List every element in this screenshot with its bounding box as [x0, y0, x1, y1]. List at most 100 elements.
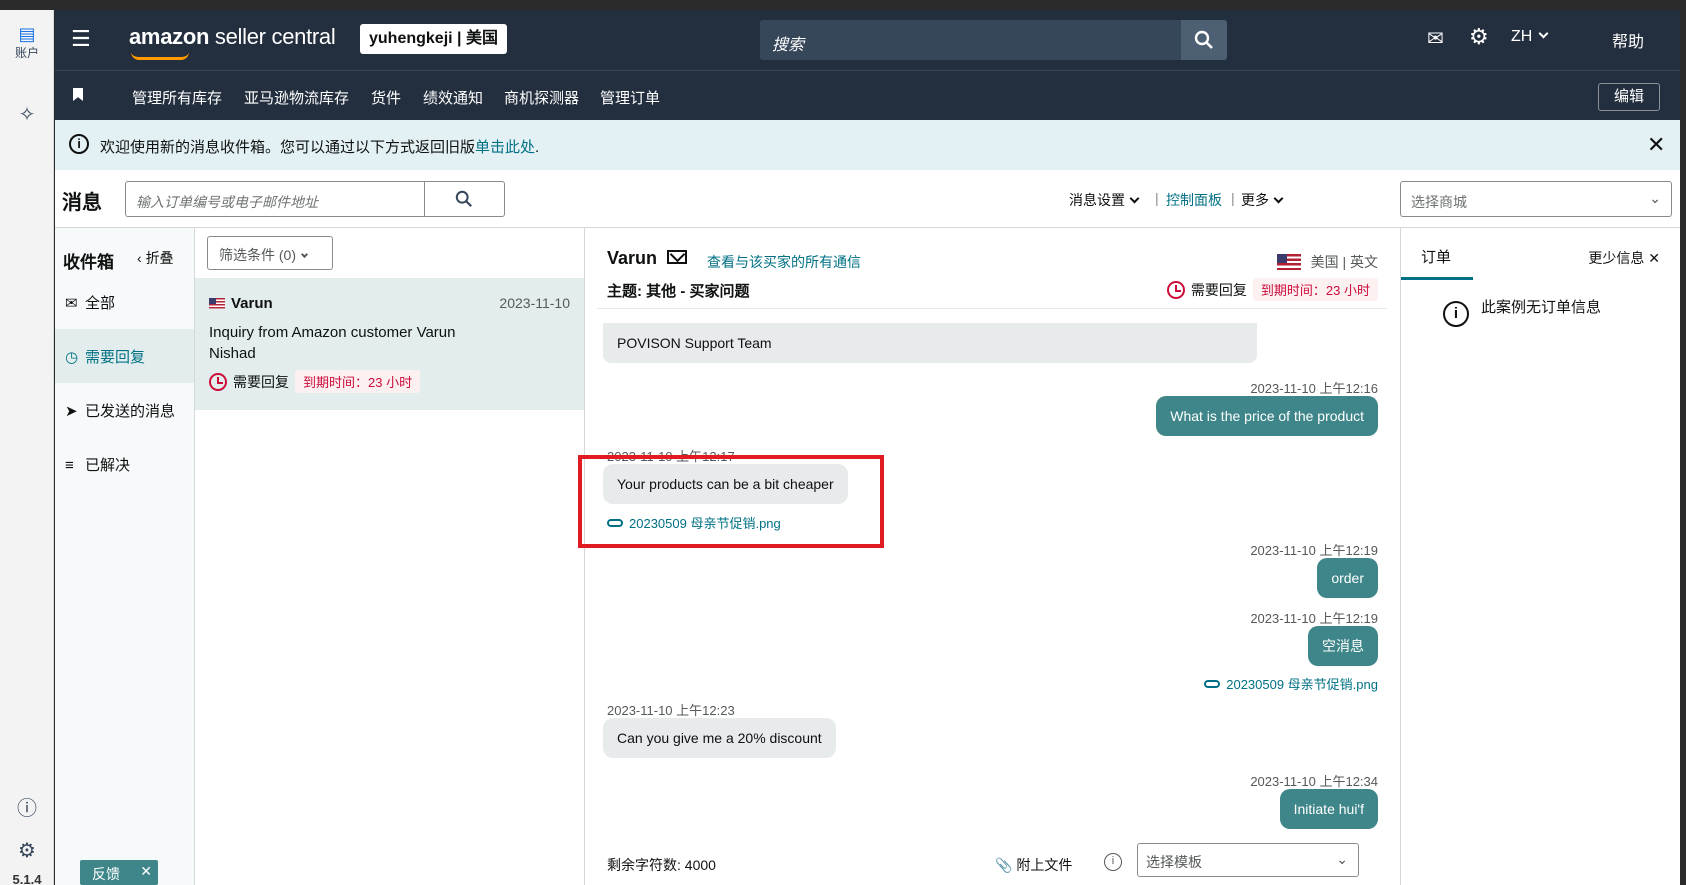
- divider: |: [1155, 190, 1159, 206]
- messages-header: 消息 输入订单编号或电子邮件地址 消息设置 | 控制面板 | 更多 选择商城 ⌄: [55, 170, 1680, 228]
- thread-status: 需要回复 到期时间：23 小时: [209, 370, 421, 393]
- search-icon: [455, 190, 472, 207]
- buyer-locale: 美国 | 英文: [1276, 252, 1378, 272]
- highlight-box: [578, 455, 884, 548]
- chevron-down-icon: [1273, 193, 1284, 204]
- message-bubble-outgoing: order: [1317, 558, 1378, 598]
- inbox-title: 收件箱: [63, 253, 114, 272]
- clock-icon: [1166, 281, 1185, 299]
- hamburger-menu-icon[interactable]: ☰: [71, 28, 93, 50]
- nav-bar: 管理所有库存 亚马逊物流库存 货件 绩效通知 商机探测器 管理订单 编辑: [55, 70, 1680, 120]
- less-info-button[interactable]: 更少信息 ✕: [1588, 248, 1660, 268]
- store-switcher[interactable]: yuhengkeji | 美国: [360, 24, 507, 54]
- thread-subject: Inquiry from Amazon customer Varun Nisha…: [209, 324, 456, 362]
- message-timestamp: 2023-11-10 上午12:16: [1250, 381, 1378, 396]
- nav-item-manage-inventory[interactable]: 管理所有库存: [132, 87, 222, 108]
- clock-icon: [209, 373, 227, 391]
- chevron-down-icon: [1538, 28, 1549, 39]
- clock-icon: ◷: [65, 349, 79, 366]
- banner-link[interactable]: 单击此处: [475, 139, 535, 156]
- message-bubble-incoming: POVISON Support Team: [603, 323, 1257, 363]
- us-flag-icon: [1276, 254, 1301, 270]
- divider: [597, 308, 1387, 309]
- divider: |: [1231, 190, 1235, 206]
- message-bubble-outgoing: What is the price of the product: [1156, 396, 1378, 436]
- message-bubble-outgoing: Initiate hui'f: [1279, 789, 1378, 829]
- close-icon: ✕: [1648, 250, 1660, 266]
- amazon-smile-icon: [131, 52, 189, 60]
- language-selector[interactable]: ZH: [1511, 28, 1549, 46]
- help-icon[interactable]: ⓘ: [0, 792, 54, 821]
- filter-dropdown[interactable]: 筛选条件 (0): [207, 236, 333, 270]
- paperclip-icon: [1204, 680, 1221, 688]
- close-banner-icon[interactable]: ✕: [1647, 132, 1665, 158]
- mail-icon: ✉: [65, 295, 78, 312]
- message-timestamp: 2023-11-10 上午12:19: [1250, 611, 1378, 626]
- bookmark-icon[interactable]: [73, 88, 83, 101]
- info-icon[interactable]: i: [1104, 853, 1122, 871]
- settings-icon[interactable]: ⚙: [0, 838, 54, 863]
- feedback-button[interactable]: 反馈 ✕: [80, 860, 158, 885]
- attach-file-button[interactable]: 📎 附上文件: [995, 855, 1072, 875]
- remaining-characters: 剩余字符数: 4000: [607, 857, 716, 873]
- attachment-link[interactable]: 20230509 母亲节促销.png: [1204, 674, 1378, 693]
- order-search-button[interactable]: [424, 182, 504, 216]
- chevron-down-icon: ⌄: [1336, 851, 1348, 867]
- conversation-subject: 主题: 其他 - 买家问题: [607, 283, 750, 300]
- sidebar-item-sent[interactable]: ➤ 已发送的消息: [55, 383, 194, 437]
- view-all-messages-link[interactable]: 查看与该买家的所有通信: [707, 252, 861, 272]
- conversation-status: 需要回复 到期时间：23 小时: [1166, 278, 1378, 301]
- seller-central-app: ☰ amazon seller central yuhengkeji | 美国 …: [55, 10, 1680, 885]
- paperclip-icon: 📎: [995, 857, 1017, 873]
- mail-icon[interactable]: ✉: [1427, 26, 1444, 51]
- order-search-input[interactable]: 输入订单编号或电子邮件地址: [125, 181, 505, 217]
- chevron-left-icon: ‹: [137, 250, 146, 266]
- nav-item-fba-inventory[interactable]: 亚马逊物流库存: [244, 87, 349, 108]
- edit-nav-button[interactable]: 编辑: [1598, 83, 1660, 111]
- info-icon: i: [1443, 301, 1469, 327]
- chevron-down-icon: [300, 250, 309, 259]
- close-icon[interactable]: ✕: [140, 863, 152, 880]
- marketplace-select[interactable]: 选择商城 ⌄: [1400, 181, 1672, 217]
- nav-item-performance-notifications[interactable]: 绩效通知: [423, 87, 483, 108]
- info-icon: i: [69, 134, 89, 154]
- tab-orders[interactable]: 订单: [1401, 228, 1473, 280]
- message-timestamp: 2023-11-10 上午12:19: [1250, 543, 1378, 558]
- page-title: 消息: [62, 192, 102, 214]
- no-order-info: i 此案例无订单信息: [1443, 296, 1601, 327]
- envelope-icon: [667, 250, 688, 264]
- us-flag-icon: [209, 298, 225, 309]
- puzzle-icon[interactable]: ✧: [0, 102, 54, 127]
- help-link[interactable]: 帮助: [1612, 28, 1644, 52]
- account-label: 账户: [14, 46, 39, 60]
- thread-list: 筛选条件 (0) Varun 2023-11-10 Inquiry from A…: [195, 228, 585, 885]
- composer-footer: 剩余字符数: 4000 📎 附上文件 i 选择模板 ⌄: [585, 841, 1400, 885]
- chevron-down-icon: [1129, 193, 1140, 204]
- buyer-name: Varun: [607, 248, 688, 269]
- message-bubble-incoming: Can you give me a 20% discount: [603, 718, 836, 758]
- version-label: 5.1.4: [12, 872, 42, 885]
- thread-date: 2023-11-10: [499, 295, 570, 311]
- conversation-pane: Varun 查看与该买家的所有通信 美国 | 英文 主题: 其他 - 买家问题 …: [585, 228, 1401, 885]
- message-timestamp: 2023-11-10 上午12:34: [1250, 774, 1378, 789]
- sidebar-item-resolved[interactable]: ≡ 已解决: [55, 437, 194, 491]
- template-select[interactable]: 选择模板 ⌄: [1137, 843, 1359, 877]
- sidebar-item-all[interactable]: ✉ 全部: [55, 275, 194, 329]
- message-timestamp: 2023-11-10 上午12:23: [607, 703, 735, 718]
- global-search[interactable]: 搜索: [760, 20, 1227, 60]
- collapse-button[interactable]: ‹ 折叠: [137, 248, 174, 268]
- amazon-seller-central-logo[interactable]: amazon seller central: [129, 24, 336, 60]
- nav-item-shipments[interactable]: 货件: [371, 87, 401, 108]
- send-icon: ➤: [65, 403, 78, 420]
- more-dropdown[interactable]: 更多: [1241, 190, 1284, 210]
- banner-text: 欢迎使用新的消息收件箱。您可以通过以下方式返回旧版单击此处.: [100, 139, 540, 156]
- account-button[interactable]: ▤ 账户: [0, 24, 54, 61]
- gear-icon[interactable]: ⚙: [1469, 24, 1489, 50]
- sidebar-item-needs-reply[interactable]: ◷ 需要回复: [55, 329, 194, 383]
- dashboard-link[interactable]: 控制面板: [1166, 190, 1222, 210]
- nav-item-manage-orders[interactable]: 管理订单: [600, 87, 660, 108]
- nav-item-opportunity-explorer[interactable]: 商机探测器: [504, 87, 579, 108]
- message-settings-dropdown[interactable]: 消息设置: [1069, 190, 1140, 210]
- search-button[interactable]: [1181, 20, 1227, 60]
- list-item[interactable]: Varun 2023-11-10 Inquiry from Amazon cus…: [195, 278, 584, 410]
